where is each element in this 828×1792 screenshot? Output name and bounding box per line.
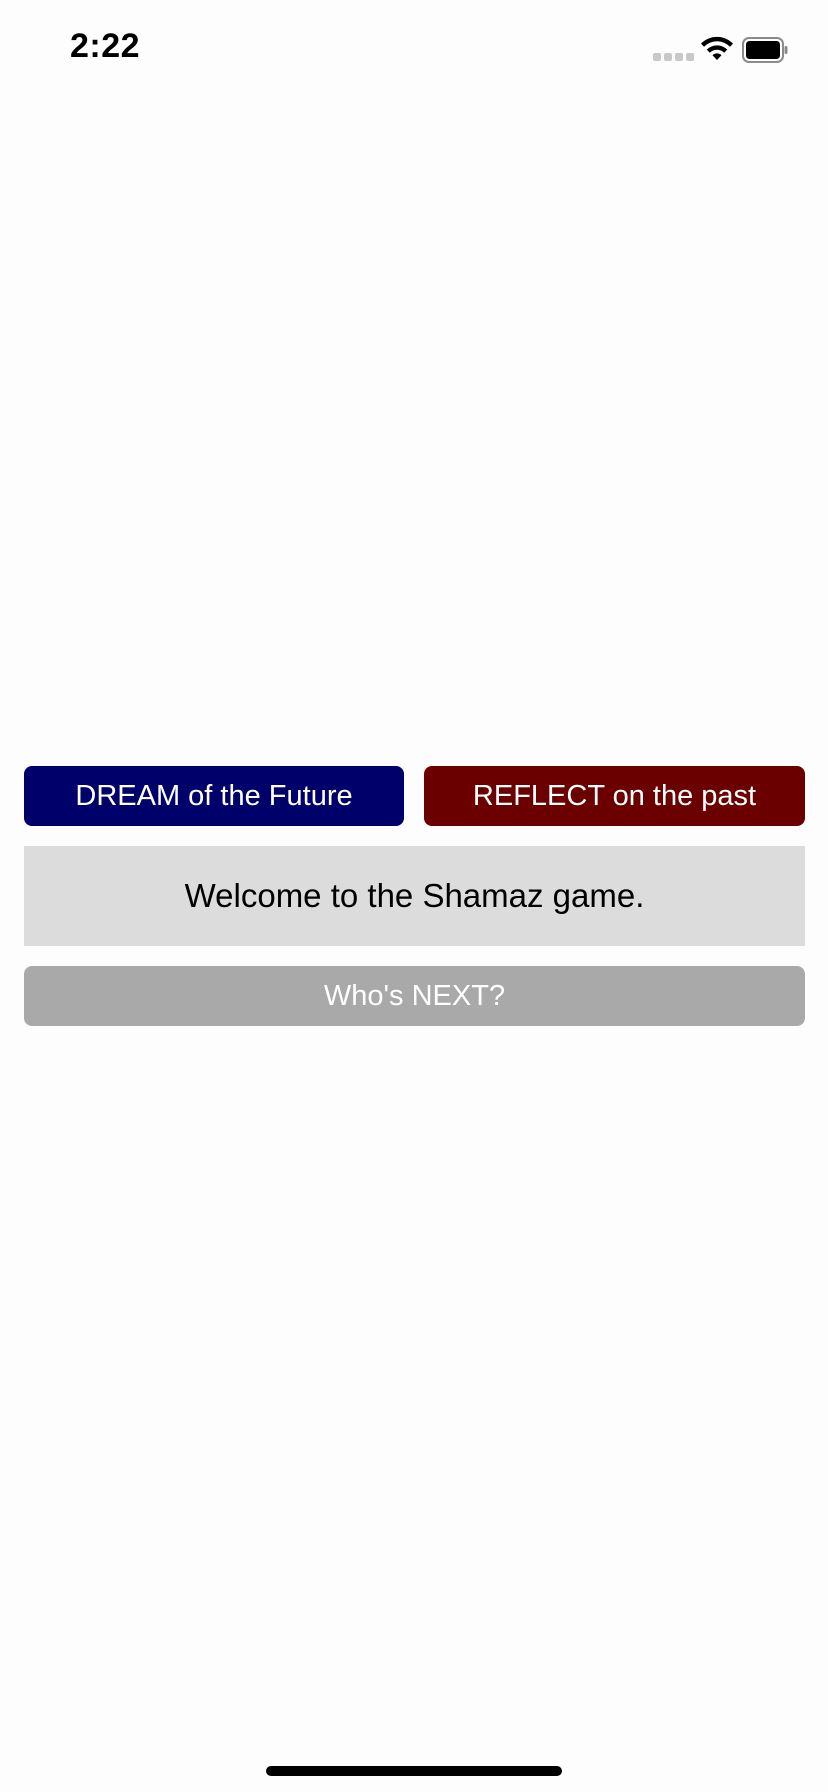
status-time: 2:22	[70, 27, 141, 65]
signal-dots-icon	[653, 53, 694, 61]
action-button-row: DREAM of the Future REFLECT on the past	[24, 766, 805, 826]
dream-button[interactable]: DREAM of the Future	[24, 766, 404, 826]
welcome-message: Welcome to the Shamaz game.	[24, 846, 805, 946]
battery-icon	[742, 37, 788, 63]
reflect-button[interactable]: REFLECT on the past	[424, 766, 805, 826]
home-indicator[interactable]	[266, 1766, 562, 1776]
wifi-icon	[701, 36, 733, 60]
whos-next-button[interactable]: Who's NEXT?	[24, 966, 805, 1026]
status-bar: 2:22	[0, 0, 828, 100]
